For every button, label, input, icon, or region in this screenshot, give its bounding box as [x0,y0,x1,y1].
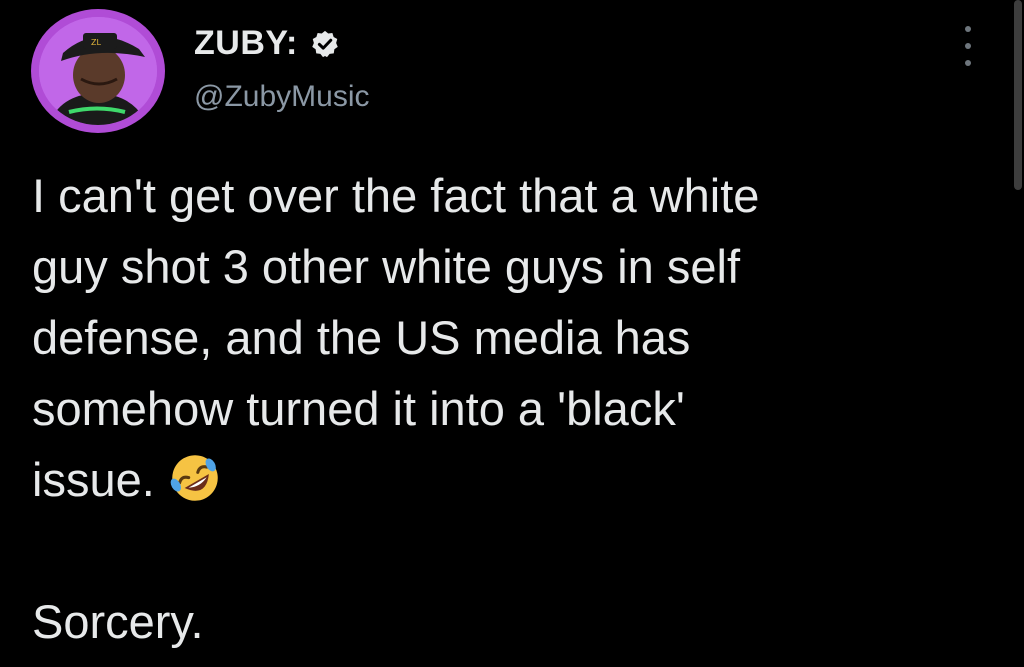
tweet-text: I can't get over the fact that a white g… [32,160,992,657]
tweet-line-last: issue. [32,444,992,515]
tweet-line: issue. [32,453,155,506]
tweet-line: somehow turned it into a 'black' [32,382,685,435]
scrollbar[interactable] [1014,0,1022,190]
display-name-row[interactable]: ZUBY: [194,24,340,63]
tweet-line: I can't get over the fact that a white [32,169,760,222]
avatar-photo: ZL [39,17,157,125]
avatar-portrait-icon: ZL [39,17,157,125]
user-handle[interactable]: @ZubyMusic [194,80,370,114]
tweet-line: guy shot 3 other white guys in self [32,240,741,293]
more-vertical-icon[interactable] [960,26,976,66]
verified-badge-icon [312,30,338,57]
tweet-closing: Sorcery. [32,595,204,648]
display-name[interactable]: ZUBY: [194,24,298,63]
tweet-line: defense, and the US media has [32,311,691,364]
tweet-card: ZL ZUBY: @ZubyMusic I can't get over the… [0,0,1024,667]
avatar[interactable]: ZL [31,9,165,133]
svg-text:ZL: ZL [91,38,101,47]
rolling-on-floor-laughing-emoji [170,454,218,501]
